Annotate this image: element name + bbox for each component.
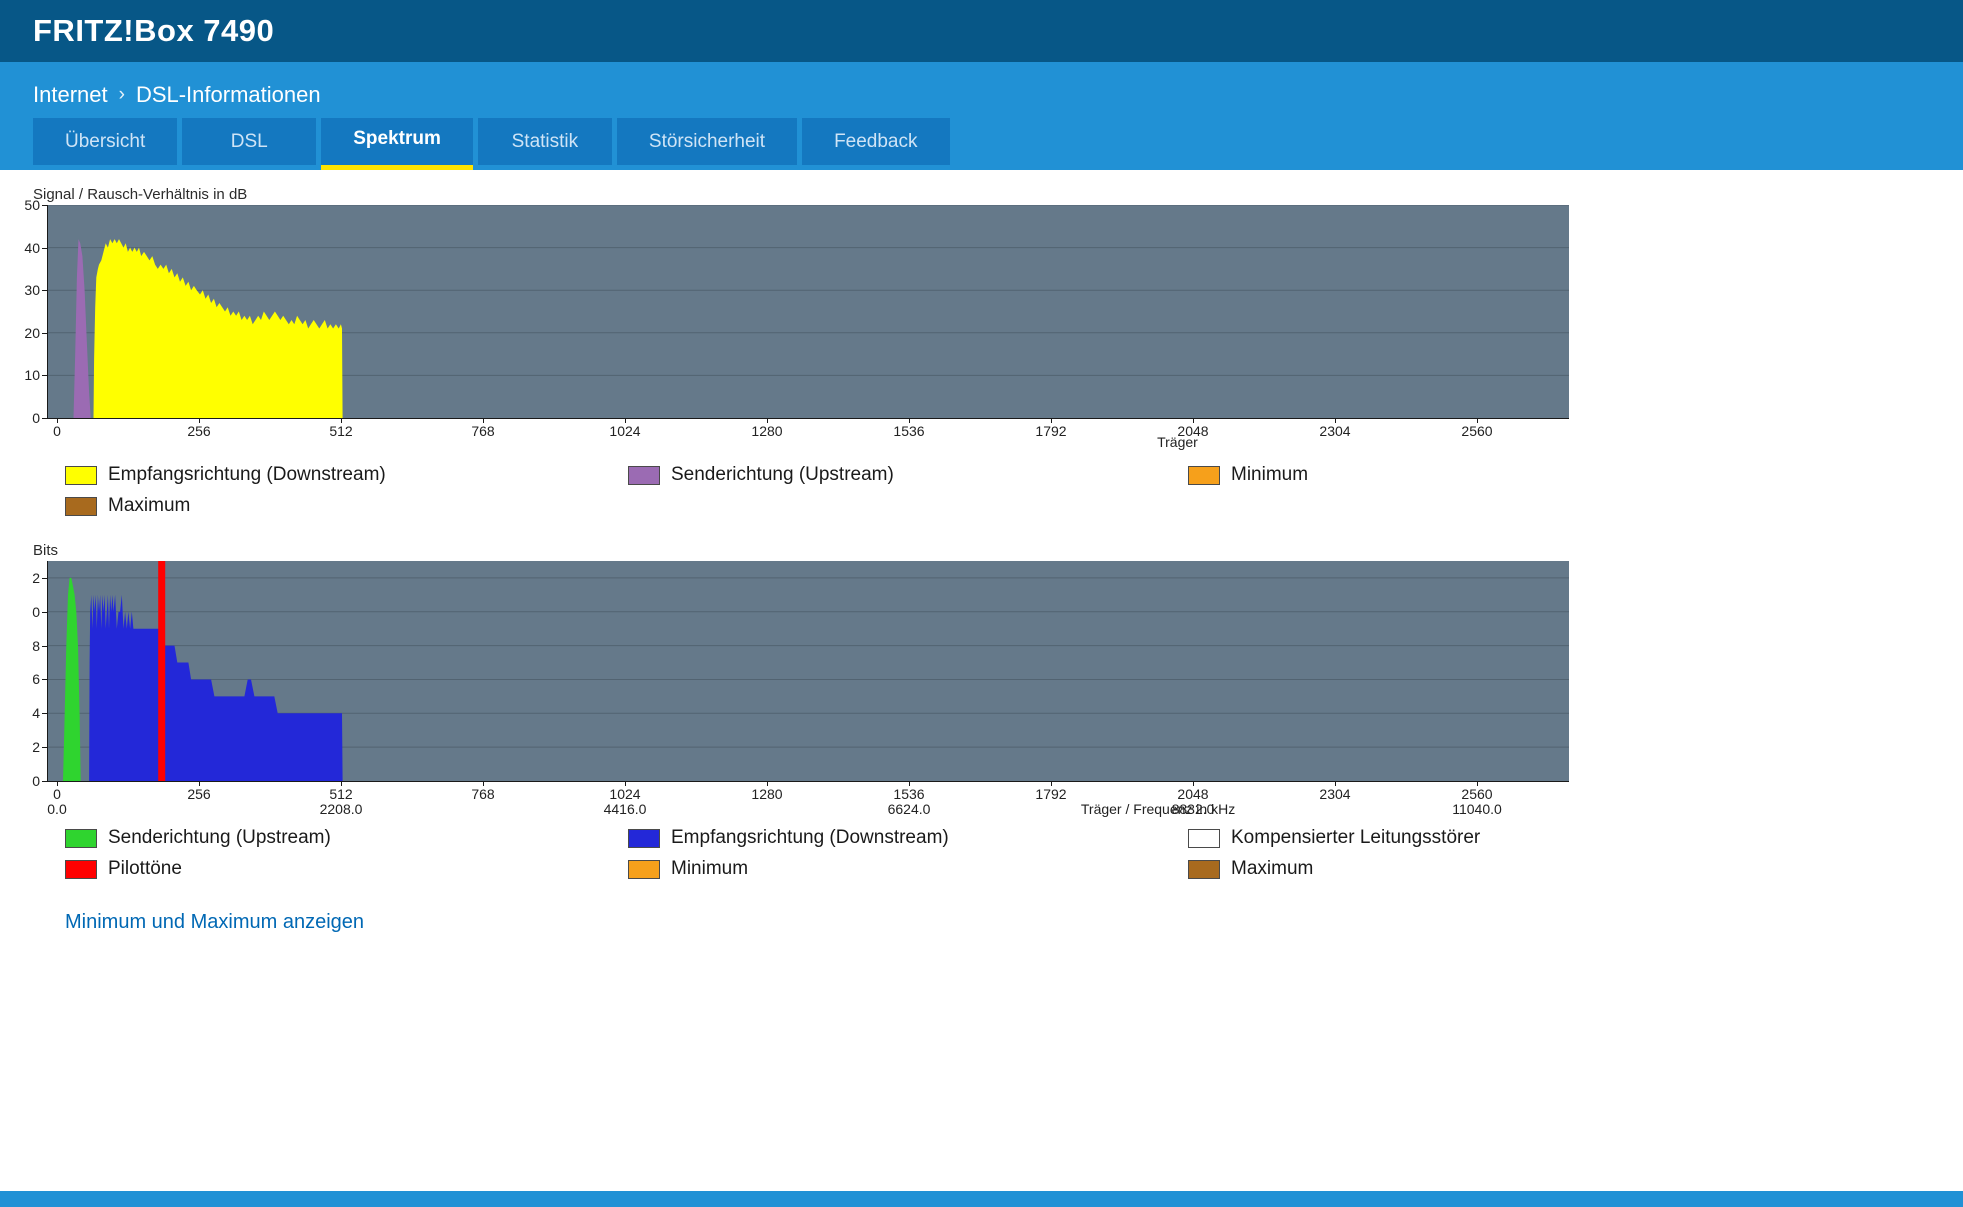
tab-uebersicht[interactable]: Übersicht: [33, 118, 177, 165]
tab-spektrum[interactable]: Spektrum: [321, 118, 473, 170]
x-freq-label: 11040.0: [1452, 801, 1502, 817]
y-tick-label: 0: [32, 411, 40, 425]
chevron-right-icon: ›: [119, 84, 125, 106]
bits-chart-title: Bits: [33, 542, 1963, 560]
snr-plot: [47, 205, 1569, 419]
downstream-swatch: [65, 466, 97, 485]
upstream-swatch: [65, 829, 97, 848]
y-tick-label: 0: [32, 605, 40, 619]
downstream-swatch: [628, 829, 660, 848]
y-tick-label: 2: [32, 571, 40, 585]
y-tick-label: 2: [32, 740, 40, 754]
bits-x-axis-freq-row: 0.02208.04416.06624.08832.011040.0Träger…: [47, 800, 1568, 816]
legend-item: Minimum: [1188, 463, 1963, 487]
y-tick-label: 10: [24, 368, 40, 382]
bits-y-axis: 0246802: [0, 561, 47, 782]
bits-chart-block: Bits 0 2 4 6 8 0 2 025651276810241280153617922…: [0, 542, 1963, 816]
y-tick-label: 6: [32, 672, 40, 686]
x-freq-label: 2208.0: [320, 801, 363, 817]
legend-label: Minimum: [1231, 464, 1308, 486]
tab-feedback[interactable]: Feedback: [802, 118, 949, 165]
y-tick-label: 40: [24, 241, 40, 255]
x-freq-label: 6624.0: [888, 801, 931, 817]
tab-stoersicherheit[interactable]: Störsicherheit: [617, 118, 797, 165]
legend-item: Pilottöne: [65, 857, 628, 881]
legend-item: Senderichtung (Upstream): [628, 463, 1188, 487]
snr-x-axis: 02565127681024128015361792204823042560: [47, 419, 1568, 437]
legend-item: Minimum: [628, 857, 1188, 881]
snr-chart-title: Signal / Rausch-Verhältnis in dB: [33, 186, 1963, 204]
legend-label: Minimum: [671, 858, 748, 880]
pilot-tones-swatch: [65, 860, 97, 879]
snr-chart-block: Signal / Rausch-Verhältnis in dB 0 10 20 30…: [0, 186, 1963, 453]
tab-dsl[interactable]: DSL: [182, 118, 316, 165]
compensated-disturber-swatch: [1188, 829, 1220, 848]
legend-label: Maximum: [1231, 858, 1313, 880]
y-tick-label: 30: [24, 283, 40, 297]
upstream-swatch: [628, 466, 660, 485]
bottom-section-bar: [0, 1191, 1963, 1207]
legend-label: Empfangsrichtung (Downstream): [671, 827, 949, 849]
y-tick-label: 20: [24, 326, 40, 340]
legend-label: Senderichtung (Upstream): [671, 464, 894, 486]
y-tick-label: 4: [32, 706, 40, 720]
snr-x-axis-label-row: Träger: [47, 437, 1568, 453]
x-freq-label: 4416.0: [604, 801, 647, 817]
legend-item: Senderichtung (Upstream): [65, 826, 628, 850]
breadcrumb: Internet › DSL-Informationen: [0, 62, 1963, 108]
tab-statistik[interactable]: Statistik: [478, 118, 612, 165]
bits-plot: [47, 561, 1569, 782]
x-axis-title: Träger / Frequenz in kHz: [1081, 801, 1235, 817]
legend-label: Pilottöne: [108, 858, 182, 880]
legend-item: Empfangsrichtung (Downstream): [65, 463, 628, 487]
legend-label: Empfangsrichtung (Downstream): [108, 464, 386, 486]
y-tick-label: 0: [32, 774, 40, 788]
maximum-swatch: [65, 497, 97, 516]
legend-label: Kompensierter Leitungsstörer: [1231, 827, 1480, 849]
app-header: FRITZ!Box 7490: [0, 0, 1963, 62]
bits-x-axis: 02565127681024128015361792204823042560: [47, 782, 1568, 800]
x-freq-label: 0.0: [47, 801, 66, 817]
minimum-swatch: [628, 860, 660, 879]
x-axis-title: Träger: [1157, 434, 1198, 450]
legend-item: Maximum: [1188, 857, 1963, 881]
legend-label: Senderichtung (Upstream): [108, 827, 331, 849]
app-title: FRITZ!Box 7490: [33, 13, 274, 49]
snr-chart-canvas: [48, 205, 1569, 418]
maximum-swatch: [1188, 860, 1220, 879]
nav-band: Internet › DSL-Informationen Übersicht D…: [0, 62, 1963, 170]
minimum-swatch: [1188, 466, 1220, 485]
breadcrumb-page: DSL-Informationen: [136, 82, 321, 108]
snr-legend: Empfangsrichtung (Downstream) Sendericht…: [65, 463, 1963, 518]
legend-item: Maximum: [65, 494, 628, 518]
y-tick-label: 8: [32, 639, 40, 653]
show-min-max-link[interactable]: Minimum und Maximum anzeigen: [65, 911, 364, 934]
bits-chart-canvas: [48, 561, 1569, 781]
legend-item: Kompensierter Leitungsstörer: [1188, 826, 1963, 850]
legend-label: Maximum: [108, 495, 190, 517]
breadcrumb-section[interactable]: Internet: [33, 82, 108, 108]
bits-legend: Senderichtung (Upstream) Empfangsrichtun…: [65, 826, 1963, 881]
legend-item: Empfangsrichtung (Downstream): [628, 826, 1188, 850]
tab-bar: Übersicht DSL Spektrum Statistik Störsic…: [33, 118, 950, 170]
snr-y-axis: 01020304050: [0, 205, 47, 419]
